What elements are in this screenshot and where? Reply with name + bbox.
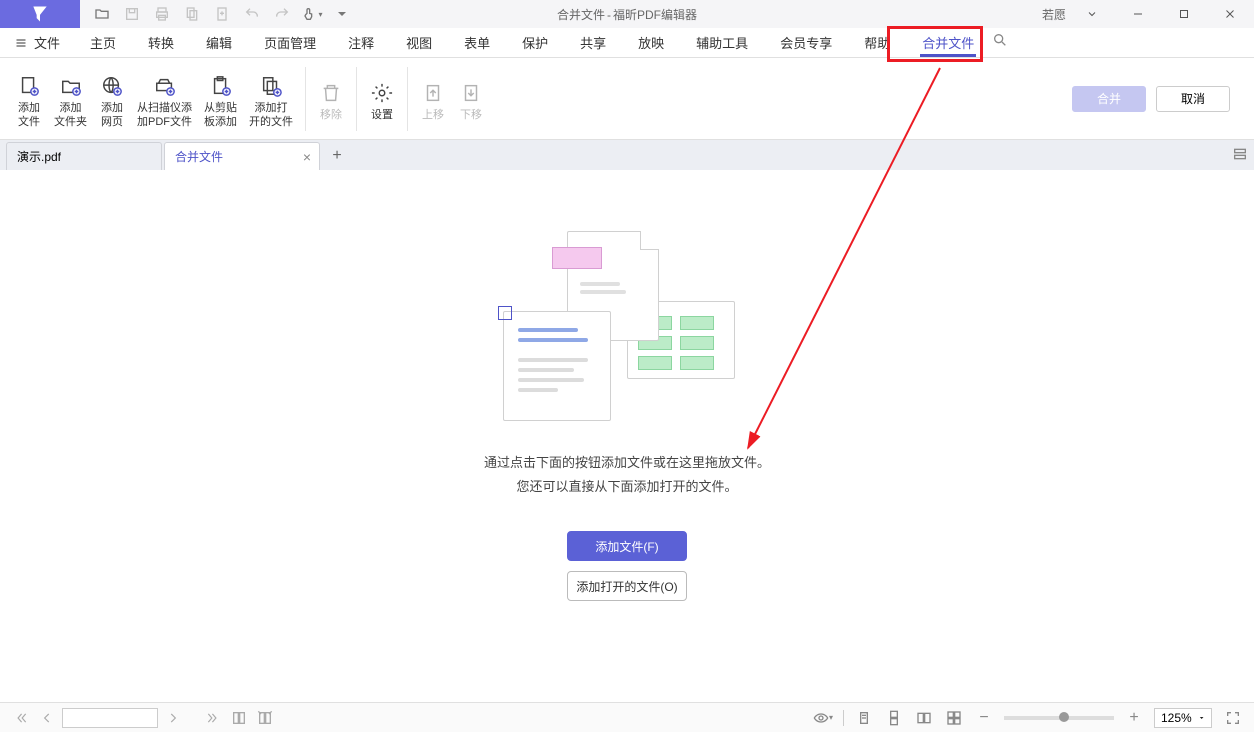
open-icon[interactable] (88, 1, 116, 27)
tab-merge[interactable]: 合并文件 × (164, 142, 320, 170)
menu-convert[interactable]: 转换 (146, 29, 176, 56)
print-icon[interactable] (148, 1, 176, 27)
move-up-button[interactable]: 上移 (414, 76, 452, 122)
menu-comment[interactable]: 注释 (346, 29, 376, 56)
arrow-up-icon (422, 80, 444, 106)
app-logo[interactable] (0, 0, 80, 28)
move-down-button[interactable]: 下移 (452, 76, 490, 122)
add-scanner-button[interactable]: 从扫描仪添 加PDF文件 (131, 69, 198, 129)
menu-share[interactable]: 共享 (578, 29, 608, 56)
minimize-icon[interactable] (1118, 1, 1158, 27)
empty-state-illustration (497, 231, 757, 431)
add-clipboard-button[interactable]: 从剪贴 板添加 (198, 69, 243, 129)
new-tab-button[interactable]: + (322, 142, 352, 170)
ribbon-separator (407, 67, 408, 131)
zoom-slider[interactable] (1004, 716, 1114, 720)
menu-merge[interactable]: 合并文件 (920, 29, 976, 57)
last-page-icon[interactable] (202, 707, 224, 729)
new-icon[interactable] (208, 1, 236, 27)
single-page-icon[interactable] (854, 708, 874, 728)
merge-button[interactable]: 合并 (1072, 86, 1146, 112)
menu-file[interactable]: 文件 (14, 33, 60, 52)
tab-menu-icon[interactable] (1232, 146, 1248, 167)
gear-icon (371, 80, 393, 106)
touch-icon[interactable]: ▾ (298, 1, 326, 27)
menubar: 文件 主页 转换 编辑 页面管理 注释 视图 表单 保护 共享 放映 辅助工具 … (0, 28, 1254, 58)
maximize-icon[interactable] (1164, 1, 1204, 27)
search-icon[interactable] (992, 32, 1008, 53)
quick-access-toolbar: ▾ (88, 1, 356, 27)
view-mode-1-icon[interactable] (228, 707, 250, 729)
fullscreen-icon[interactable] (1222, 707, 1244, 729)
menu-edit[interactable]: 编辑 (204, 29, 234, 56)
menu-member[interactable]: 会员专享 (778, 29, 834, 56)
scanner-plus-icon (154, 73, 176, 99)
first-page-icon[interactable] (10, 707, 32, 729)
globe-plus-icon (101, 73, 123, 99)
zoom-out-icon[interactable]: − (974, 708, 994, 728)
menu-protect[interactable]: 保护 (520, 29, 550, 56)
redo-icon[interactable] (268, 1, 296, 27)
add-folder-button[interactable]: 添加 文件夹 (48, 69, 93, 129)
menu-help[interactable]: 帮助 (862, 29, 892, 56)
facing-icon[interactable] (914, 708, 934, 728)
user-name[interactable]: 若愿 (1042, 6, 1066, 23)
menu-form[interactable]: 表单 (462, 29, 492, 56)
user-dropdown-icon[interactable] (1072, 1, 1112, 27)
hint-text-1: 通过点击下面的按钮添加文件或在这里拖放文件。 (484, 451, 770, 475)
close-icon[interactable] (1210, 1, 1250, 27)
remove-button[interactable]: 移除 (312, 76, 350, 122)
open-plus-icon (260, 73, 282, 99)
add-open-files-button[interactable]: 添加打 开的文件 (243, 69, 299, 129)
zoom-in-icon[interactable]: + (1124, 708, 1144, 728)
menu-view[interactable]: 视图 (404, 29, 434, 56)
hint-text-2: 您还可以直接从下面添加打开的文件。 (516, 475, 737, 499)
copy-icon[interactable] (178, 1, 206, 27)
trash-icon (320, 80, 342, 106)
file-plus-icon (18, 73, 40, 99)
undo-icon[interactable] (238, 1, 266, 27)
ribbon-separator (356, 67, 357, 131)
merge-content-area: 通过点击下面的按钮添加文件或在这里拖放文件。 您还可以直接从下面添加打开的文件。… (0, 170, 1254, 702)
tab-demo-pdf[interactable]: 演示.pdf (6, 142, 162, 170)
add-file-button[interactable]: 添加 文件 (10, 69, 48, 129)
save-icon[interactable] (118, 1, 146, 27)
ribbon-separator (305, 67, 306, 131)
document-tabs: 演示.pdf 合并文件 × + (0, 140, 1254, 170)
settings-button[interactable]: 设置 (363, 76, 401, 122)
next-page-icon[interactable] (162, 707, 184, 729)
arrow-down-icon (460, 80, 482, 106)
window-title: 合并文件-福昕PDF编辑器 (557, 6, 697, 23)
continuous-facing-icon[interactable] (944, 708, 964, 728)
statusbar: ▾ − + 125% (0, 702, 1254, 732)
add-files-button[interactable]: 添加文件(F) (567, 531, 687, 561)
page-number-input[interactable] (62, 708, 158, 728)
menu-tools[interactable]: 辅助工具 (694, 29, 750, 56)
cancel-button[interactable]: 取消 (1156, 86, 1230, 112)
qat-dropdown-icon[interactable] (328, 1, 356, 27)
tab-close-icon[interactable]: × (303, 149, 311, 165)
view-mode-2-icon[interactable] (254, 707, 276, 729)
clipboard-plus-icon (210, 73, 232, 99)
titlebar: ▾ 合并文件-福昕PDF编辑器 若愿 (0, 0, 1254, 28)
prev-page-icon[interactable] (36, 707, 58, 729)
folder-plus-icon (60, 73, 82, 99)
menu-play[interactable]: 放映 (636, 29, 666, 56)
menu-page[interactable]: 页面管理 (262, 29, 318, 56)
add-open-files-button[interactable]: 添加打开的文件(O) (567, 571, 687, 601)
menu-home[interactable]: 主页 (88, 29, 118, 56)
zoom-level[interactable]: 125% (1154, 708, 1212, 728)
read-mode-icon[interactable]: ▾ (813, 708, 833, 728)
continuous-icon[interactable] (884, 708, 904, 728)
ribbon: 添加 文件 添加 文件夹 添加 网页 从扫描仪添 加PDF文件 从剪贴 板添加 … (0, 58, 1254, 140)
add-webpage-button[interactable]: 添加 网页 (93, 69, 131, 129)
